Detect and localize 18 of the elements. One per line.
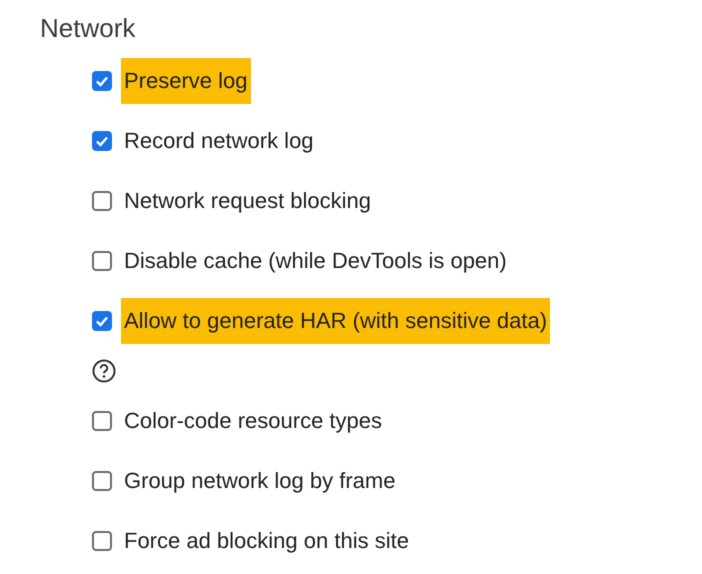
checkbox[interactable] — [92, 311, 112, 331]
checkbox[interactable] — [92, 191, 112, 211]
help-icon[interactable] — [92, 359, 116, 383]
checkbox[interactable] — [92, 131, 112, 151]
checkbox-label: Allow to generate HAR (with sensitive data) — [121, 298, 550, 344]
checkbox-label: Record network log — [123, 127, 315, 155]
checkbox[interactable] — [92, 411, 112, 431]
checkbox[interactable] — [92, 71, 112, 91]
checkbox[interactable] — [92, 531, 112, 551]
checkbox-label: Force ad blocking on this site — [123, 527, 410, 555]
checkbox-label: Network request blocking — [123, 187, 372, 215]
section-title: Network — [40, 13, 136, 43]
checkbox-label: Group network log by frame — [123, 467, 396, 495]
checkbox-label: Preserve log — [121, 58, 251, 104]
checkbox-label: Color-code resource types — [123, 407, 384, 435]
checkbox[interactable] — [92, 251, 112, 271]
checkbox-label: Disable cache (while DevTools is open) — [123, 247, 508, 275]
checkbox[interactable] — [92, 471, 112, 491]
